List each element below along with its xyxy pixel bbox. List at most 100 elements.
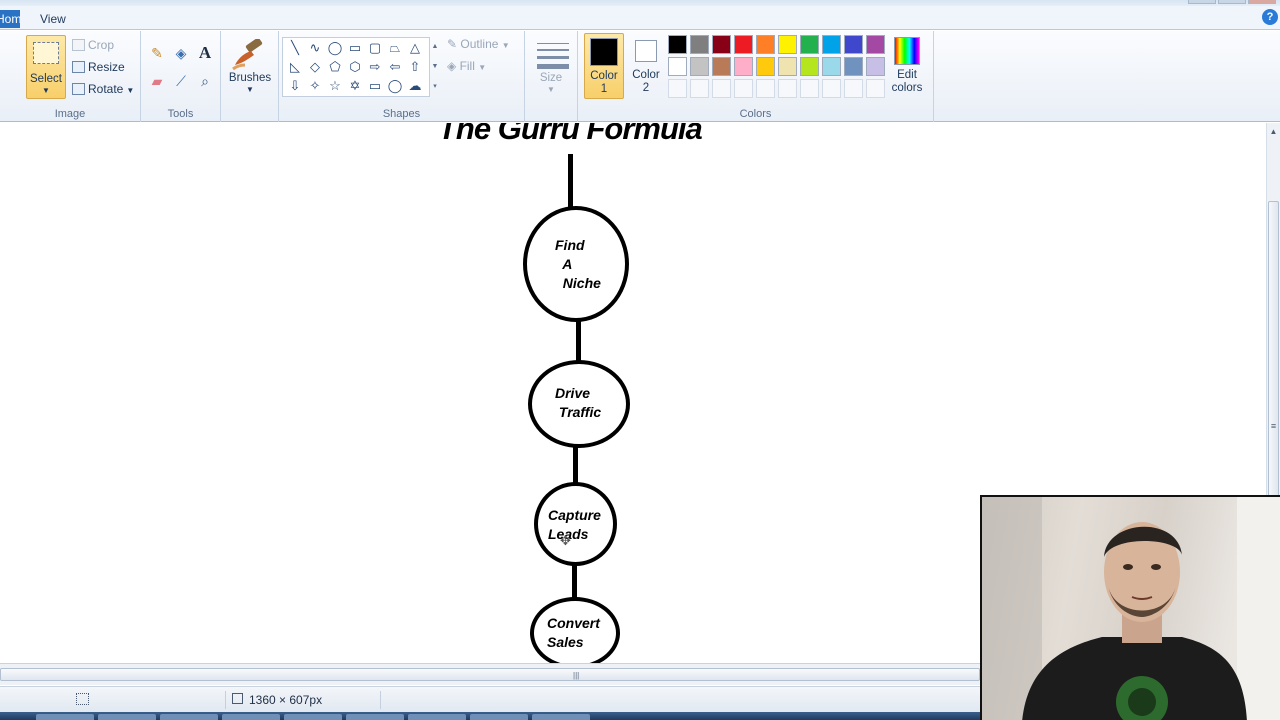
palette-empty-slot[interactable] bbox=[668, 79, 687, 98]
taskbar-button[interactable] bbox=[36, 714, 94, 720]
outline-button[interactable]: ✎ Outline ▼ bbox=[447, 37, 510, 51]
select-icon bbox=[33, 42, 59, 64]
palette-color-swatch[interactable] bbox=[844, 35, 863, 54]
palette-color-swatch[interactable] bbox=[712, 57, 731, 76]
eraser-icon[interactable]: ▰ bbox=[147, 71, 167, 91]
maximize-button[interactable] bbox=[1218, 0, 1246, 4]
right-arrow-shape-icon[interactable]: ⇨ bbox=[367, 59, 383, 75]
color2-button[interactable]: Color 2 bbox=[626, 33, 666, 99]
tab-view[interactable]: View bbox=[40, 10, 80, 28]
palette-empty-slot[interactable] bbox=[866, 79, 885, 98]
rounded-rectangle-shape-icon[interactable]: ▢ bbox=[367, 40, 383, 56]
palette-color-swatch[interactable] bbox=[800, 57, 819, 76]
curve-shape-icon[interactable]: ∿ bbox=[307, 40, 323, 56]
ribbon-tabs: Home View ? bbox=[0, 6, 1280, 30]
fill-bucket-icon[interactable]: ◈ bbox=[171, 43, 191, 63]
shapes-group: ╲ ∿ ◯ ▭ ▢ ⏢ △ ◺ ◇ ⬠ ⬡ ⇨ ⇦ ⇧ ⇩ ✧ ☆ ✡ ▭ ◯ bbox=[279, 31, 525, 122]
color1-button[interactable]: Color 1 bbox=[584, 33, 624, 99]
palette-color-swatch[interactable] bbox=[756, 57, 775, 76]
line-shape-icon[interactable]: ╲ bbox=[287, 40, 303, 56]
shapes-scroll[interactable]: ▲ ▼ ▾ bbox=[429, 37, 441, 97]
six-point-star-shape-icon[interactable]: ✡ bbox=[347, 78, 363, 94]
palette-color-swatch[interactable] bbox=[822, 57, 841, 76]
palette-color-swatch[interactable] bbox=[668, 57, 687, 76]
triangle-shape-icon[interactable]: △ bbox=[407, 40, 423, 56]
grip-icon: ≡ bbox=[1270, 421, 1277, 431]
palette-color-swatch[interactable] bbox=[778, 35, 797, 54]
taskbar-button[interactable] bbox=[160, 714, 218, 720]
taskbar-button[interactable] bbox=[408, 714, 466, 720]
palette-empty-slot[interactable] bbox=[756, 79, 775, 98]
palette-color-swatch[interactable] bbox=[866, 35, 885, 54]
crop-label: Crop bbox=[88, 38, 115, 52]
palette-color-swatch[interactable] bbox=[844, 57, 863, 76]
edit-colors-button[interactable]: Edit colors bbox=[887, 35, 927, 95]
callout-rectangle-shape-icon[interactable]: ▭ bbox=[367, 78, 383, 94]
palette-color-swatch[interactable] bbox=[734, 57, 753, 76]
hexagon-shape-icon[interactable]: ⬡ bbox=[347, 59, 363, 75]
rectangle-shape-icon[interactable]: ▭ bbox=[347, 40, 363, 56]
resize-button[interactable]: Resize bbox=[72, 58, 125, 76]
color-picker-icon[interactable]: ⟋ bbox=[171, 71, 191, 91]
right-triangle-shape-icon[interactable]: ◺ bbox=[287, 59, 303, 75]
taskbar-button[interactable] bbox=[346, 714, 404, 720]
chevron-down-icon: ▼ bbox=[501, 41, 510, 50]
left-arrow-shape-icon[interactable]: ⇦ bbox=[387, 59, 403, 75]
down-arrow-shape-icon[interactable]: ⇩ bbox=[287, 78, 303, 94]
fill-button[interactable]: ◈ Fill ▼ bbox=[447, 59, 486, 73]
size-button[interactable]: Size ▼ bbox=[527, 35, 575, 99]
palette-empty-slot[interactable] bbox=[734, 79, 753, 98]
palette-color-swatch[interactable] bbox=[866, 57, 885, 76]
taskbar-button[interactable] bbox=[470, 714, 528, 720]
palette-empty-slot[interactable] bbox=[778, 79, 797, 98]
palette-color-swatch[interactable] bbox=[822, 35, 841, 54]
up-arrow-shape-icon[interactable]: ⇧ bbox=[407, 59, 423, 75]
minimize-button[interactable] bbox=[1188, 0, 1216, 4]
tab-home[interactable]: Home bbox=[0, 10, 20, 28]
horizontal-scrollbar[interactable]: ||| bbox=[0, 663, 980, 685]
select-button[interactable]: Select ▼ bbox=[26, 35, 66, 99]
callout-cloud-shape-icon[interactable]: ☁ bbox=[407, 78, 423, 94]
tools-group: ✎ ◈ A ▰ ⟋ ⌕ Tools bbox=[141, 31, 221, 122]
help-icon[interactable]: ? bbox=[1262, 9, 1278, 25]
five-point-star-shape-icon[interactable]: ☆ bbox=[327, 78, 343, 94]
palette-empty-slot[interactable] bbox=[844, 79, 863, 98]
palette-color-swatch[interactable] bbox=[690, 57, 709, 76]
text-icon[interactable]: A bbox=[195, 43, 215, 63]
palette-color-swatch[interactable] bbox=[756, 35, 775, 54]
brushes-button[interactable]: Brushes ▼ bbox=[225, 35, 275, 99]
magnifier-icon[interactable]: ⌕ bbox=[195, 71, 215, 91]
chevron-down-icon: ▼ bbox=[547, 85, 555, 94]
palette-color-swatch[interactable] bbox=[668, 35, 687, 54]
oval-shape-icon[interactable]: ◯ bbox=[327, 40, 343, 56]
palette-color-swatch[interactable] bbox=[734, 35, 753, 54]
callout-oval-shape-icon[interactable]: ◯ bbox=[387, 78, 403, 94]
crop-icon bbox=[72, 39, 85, 51]
palette-empty-slot[interactable] bbox=[690, 79, 709, 98]
scroll-up-icon[interactable]: ▲ bbox=[1267, 125, 1280, 139]
size-group: Size ▼ bbox=[525, 31, 578, 122]
close-button[interactable] bbox=[1248, 0, 1276, 4]
taskbar-button[interactable] bbox=[532, 714, 590, 720]
palette-color-swatch[interactable] bbox=[712, 35, 731, 54]
status-divider bbox=[380, 691, 381, 709]
palette-empty-slot[interactable] bbox=[822, 79, 841, 98]
palette-color-swatch[interactable] bbox=[800, 35, 819, 54]
pentagon-shape-icon[interactable]: ⬠ bbox=[327, 59, 343, 75]
palette-empty-slot[interactable] bbox=[712, 79, 731, 98]
crop-button[interactable]: Crop bbox=[72, 36, 114, 54]
taskbar-button[interactable] bbox=[98, 714, 156, 720]
chevron-down-icon: ▼ bbox=[246, 85, 254, 94]
taskbar-button[interactable] bbox=[222, 714, 280, 720]
horizontal-scroll-thumb[interactable]: ||| bbox=[0, 668, 980, 681]
pencil-icon[interactable]: ✎ bbox=[147, 43, 167, 63]
rotate-button[interactable]: Rotate ▼ bbox=[72, 80, 134, 98]
polygon-shape-icon[interactable]: ⏢ bbox=[387, 40, 403, 56]
four-point-star-shape-icon[interactable]: ✧ bbox=[307, 78, 323, 94]
shapes-gallery: ╲ ∿ ◯ ▭ ▢ ⏢ △ ◺ ◇ ⬠ ⬡ ⇨ ⇦ ⇧ ⇩ ✧ ☆ ✡ ▭ ◯ bbox=[282, 37, 430, 97]
taskbar-button[interactable] bbox=[284, 714, 342, 720]
diamond-shape-icon[interactable]: ◇ bbox=[307, 59, 323, 75]
palette-color-swatch[interactable] bbox=[690, 35, 709, 54]
palette-color-swatch[interactable] bbox=[778, 57, 797, 76]
palette-empty-slot[interactable] bbox=[800, 79, 819, 98]
